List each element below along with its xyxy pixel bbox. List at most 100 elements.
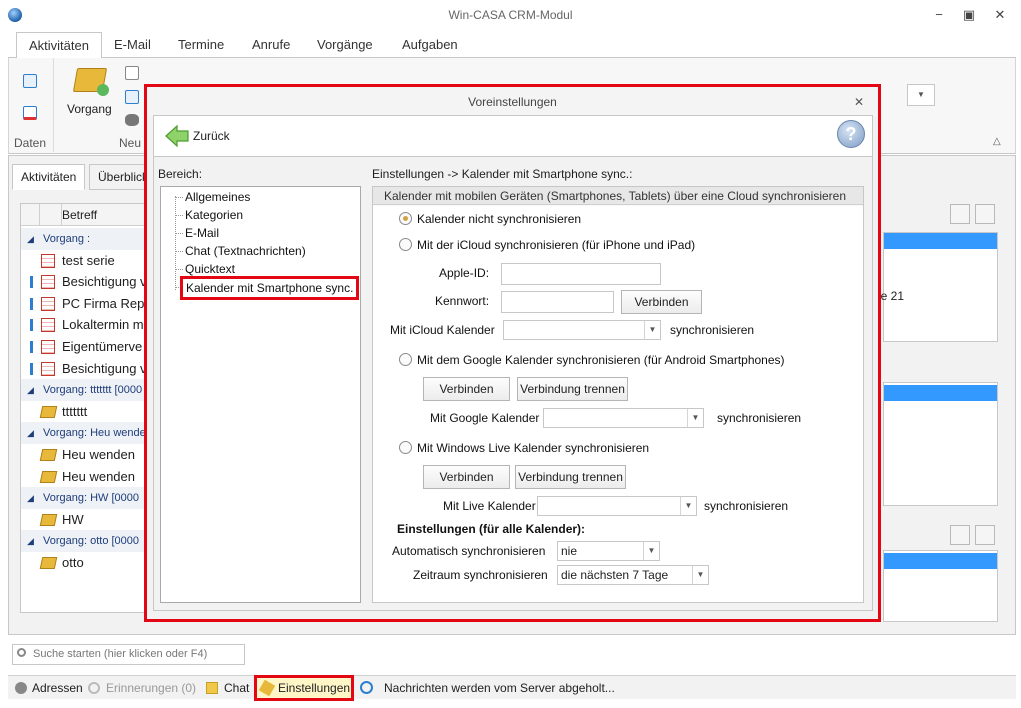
- list-item[interactable]: Besichtigung v: [21, 358, 144, 380]
- ribbon-tab-bar: Aktivitäten E-Mail Termine Anrufe Vorgän…: [8, 30, 1016, 60]
- list-item[interactable]: Heu wenden: [21, 466, 144, 488]
- subtab-aktivitaeten[interactable]: Aktivitäten: [12, 164, 86, 190]
- list-item[interactable]: Lokaltermin m: [21, 314, 144, 336]
- search-input[interactable]: Suche starten (hier klicken oder F4): [12, 644, 245, 665]
- delete-icon[interactable]: [23, 106, 37, 120]
- restore-button[interactable]: ▣: [955, 6, 983, 24]
- chevron-down-icon: ▼: [692, 566, 708, 584]
- selected-row[interactable]: [884, 233, 997, 249]
- list-group-header[interactable]: ◢ Vorgang :: [21, 228, 144, 250]
- selected-row[interactable]: [884, 553, 997, 569]
- sync-range-select[interactable]: die nächsten 7 Tage ▼: [557, 565, 709, 585]
- list-item[interactable]: ttttttt: [21, 401, 144, 423]
- remove-contact-button[interactable]: [975, 525, 995, 545]
- tab-anrufe[interactable]: Anrufe: [240, 32, 302, 58]
- tab-vorgaenge[interactable]: Vorgänge: [305, 32, 385, 58]
- tab-termine[interactable]: Termine: [166, 32, 236, 58]
- einstellungen-button[interactable]: Einstellungen: [278, 680, 350, 696]
- live-connect-button[interactable]: Verbinden: [423, 465, 510, 489]
- column-header-betreff[interactable]: Betreff: [62, 208, 97, 222]
- list-group-header[interactable]: ◢ Vorgang: Heu wende: [21, 422, 144, 445]
- chevron-down-icon: ▼: [687, 409, 703, 427]
- label-live-sync-suffix: synchronisieren: [704, 499, 789, 513]
- list-item-label: Heu wenden: [62, 468, 135, 484]
- new-phone-icon[interactable]: [125, 114, 139, 126]
- person-icon: [15, 682, 27, 694]
- new-calendar-icon[interactable]: [125, 90, 139, 104]
- tree-item-email[interactable]: E-Mail: [185, 224, 219, 242]
- radio-icloud[interactable]: [399, 238, 412, 251]
- label-no-sync[interactable]: Kalender nicht synchronisieren: [417, 212, 581, 226]
- einstellungen-highlight[interactable]: Einstellungen: [254, 675, 354, 701]
- radio-live[interactable]: [399, 441, 412, 454]
- google-disconnect-button[interactable]: Verbindung trennen: [517, 377, 628, 401]
- list-group-header[interactable]: ◢ Vorgang: ttttttt [0000: [21, 379, 144, 402]
- settings-panel: Kalender mit mobilen Geräten (Smartphone…: [372, 186, 864, 603]
- tree-item-allgemeines[interactable]: Allgemeines: [185, 188, 250, 206]
- google-connect-button[interactable]: Verbinden: [423, 377, 510, 401]
- chat-button[interactable]: Chat: [224, 680, 249, 696]
- erinnerungen-button[interactable]: Erinnerungen (0): [106, 680, 196, 696]
- ribbon-combo-arrow[interactable]: ▼: [907, 84, 935, 106]
- password-input[interactable]: [501, 291, 614, 313]
- settings-tree[interactable]: Allgemeines Kategorien E-Mail Chat (Text…: [160, 186, 361, 603]
- back-button[interactable]: Zurück: [193, 129, 230, 143]
- list-item[interactable]: test serie: [21, 250, 144, 272]
- breadcrumb: Einstellungen -> Kalender mit Smartphone…: [372, 167, 633, 181]
- selected-row[interactable]: [884, 385, 997, 401]
- collapse-arrow-icon[interactable]: ◢: [27, 530, 34, 552]
- label-google[interactable]: Mit dem Google Kalender synchronisieren …: [417, 353, 785, 367]
- tree-item-chat[interactable]: Chat (Textnachrichten): [185, 242, 306, 260]
- list-item[interactable]: HW: [21, 509, 144, 531]
- remove-contact-button[interactable]: [975, 204, 995, 224]
- group-label-neu: Neu: [119, 136, 142, 150]
- add-contact-button[interactable]: [950, 525, 970, 545]
- collapse-arrow-icon[interactable]: ◢: [27, 487, 34, 509]
- auto-sync-value: nie: [561, 544, 578, 558]
- list-item[interactable]: Eigentümerve: [21, 336, 144, 358]
- google-calendar-select[interactable]: ▼: [543, 408, 704, 428]
- adressen-button[interactable]: Adressen: [32, 680, 83, 696]
- label-live[interactable]: Mit Windows Live Kalender synchronisiere…: [417, 441, 649, 455]
- add-contact-button[interactable]: [950, 204, 970, 224]
- dialog-close-button[interactable]: ✕: [854, 95, 864, 109]
- collapse-arrow-icon[interactable]: ◢: [27, 228, 34, 250]
- close-window-button[interactable]: ✕: [986, 6, 1014, 24]
- back-arrow-icon[interactable]: [164, 124, 190, 148]
- list-group-header[interactable]: ◢ Vorgang: HW [0000: [21, 487, 144, 510]
- list-item[interactable]: Heu wenden: [21, 444, 144, 466]
- apple-id-input[interactable]: [501, 263, 661, 285]
- icloud-connect-button[interactable]: Verbinden: [621, 290, 702, 314]
- activity-list[interactable]: Betreff ◢ Vorgang : test serie Besichtigung…: [20, 203, 145, 613]
- sync-range-value: die nächsten 7 Tage: [561, 568, 669, 582]
- tab-aufgaben[interactable]: Aufgaben: [390, 32, 470, 58]
- preferences-dialog: Voreinstellungen ✕ Zurück ? Bereich: Ein…: [144, 84, 881, 622]
- icloud-calendar-select[interactable]: ▼: [503, 320, 661, 340]
- live-calendar-select[interactable]: ▼: [537, 496, 697, 516]
- radio-google[interactable]: [399, 353, 412, 366]
- list-item[interactable]: Besichtigung v: [21, 271, 144, 293]
- radio-no-sync[interactable]: [399, 212, 412, 225]
- group-label: Vorgang: ttttttt [0000: [43, 384, 143, 397]
- list-item-label: Lokaltermin m: [62, 317, 144, 333]
- collapse-arrow-icon[interactable]: ◢: [27, 379, 34, 401]
- window-title: Win-CASA CRM-Modul: [448, 8, 573, 22]
- new-item-icon[interactable]: [125, 66, 139, 80]
- label-icloud[interactable]: Mit der iCloud synchronisieren (für iPho…: [417, 238, 695, 252]
- help-icon[interactable]: ?: [837, 120, 865, 148]
- auto-sync-select[interactable]: nie ▼: [557, 541, 660, 561]
- list-item[interactable]: otto: [21, 552, 144, 574]
- collapse-ribbon-icon[interactable]: △: [993, 136, 1001, 147]
- vorgang-button[interactable]: Vorgang: [67, 102, 112, 116]
- collapse-arrow-icon[interactable]: ◢: [27, 422, 34, 444]
- edit-icon[interactable]: [23, 74, 37, 88]
- minimize-button[interactable]: −: [925, 6, 953, 24]
- live-disconnect-button[interactable]: Verbindung trennen: [515, 465, 626, 489]
- tree-item-kalender-sync[interactable]: Kalender mit Smartphone sync.: [186, 279, 353, 297]
- label-password: Kennwort:: [435, 294, 490, 308]
- list-group-header[interactable]: ◢ Vorgang: otto [0000: [21, 530, 144, 553]
- tree-item-kategorien[interactable]: Kategorien: [185, 206, 243, 224]
- tab-email[interactable]: E-Mail: [102, 32, 163, 58]
- tab-aktivitaeten[interactable]: Aktivitäten: [16, 32, 102, 60]
- list-item[interactable]: PC Firma Rep: [21, 293, 144, 315]
